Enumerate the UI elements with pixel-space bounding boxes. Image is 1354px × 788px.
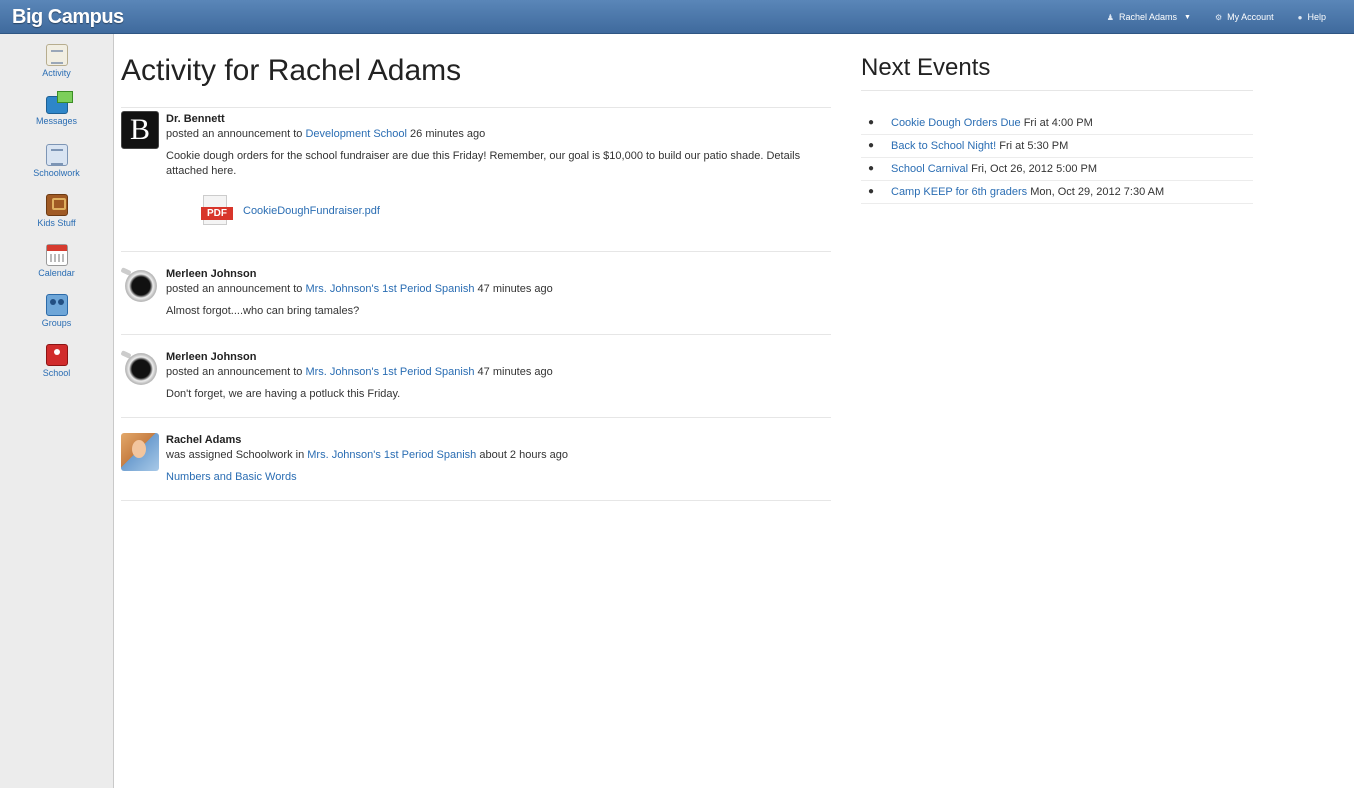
feed-meta: posted an announcement to Mrs. Johnson's… [166,365,831,380]
my-account-label: My Account [1227,12,1274,22]
events-divider [861,90,1253,91]
avatar[interactable] [121,350,159,388]
feed-time: 47 minutes ago [477,366,553,378]
event-link[interactable]: Cookie Dough Orders Due [891,117,1021,129]
feed-author[interactable]: Dr. Bennett [166,112,831,127]
feed-author[interactable]: Merleen Johnson [166,267,831,282]
attachment[interactable]: PDF CookieDoughFundraiser.pdf [201,195,831,227]
feed-item: Merleen Johnson posted an announcement t… [121,252,831,335]
attachment-link[interactable]: CookieDoughFundraiser.pdf [243,205,380,217]
feed-action: posted an announcement to [166,128,303,140]
sidebar-item-calendar[interactable]: Calendar [0,236,113,282]
bullet-icon: ● [868,186,875,197]
sidebar-item-label: Calendar [38,268,75,278]
feed-meta: posted an announcement to Development Sc… [166,127,831,142]
pdf-icon: PDF [201,195,233,227]
feed-action: posted an announcement to [166,283,303,295]
feed-time: 26 minutes ago [410,128,486,140]
feed-body: Almost forgot....who can bring tamales? [166,305,360,317]
sidebar-item-activity[interactable]: Activity [0,36,113,82]
user-menu[interactable]: ♟ Rachel Adams ▼ [1107,12,1191,22]
user-icon: ♟ [1106,12,1114,22]
next-events-panel: Next Events ● Cookie Dough Orders Due Fr… [861,34,1253,204]
bullet-icon: ● [868,140,875,151]
my-account-link[interactable]: ⚙ My Account [1215,12,1274,22]
logo-text: Big Campus [12,6,124,28]
feed-meta: was assigned Schoolwork in Mrs. Johnson'… [166,448,831,463]
sidebar-item-label: Groups [41,318,72,328]
avatar[interactable] [121,433,159,471]
kids-stuff-icon [45,194,68,216]
pdf-type-label: PDF [201,207,233,220]
user-menu-label: Rachel Adams [1118,12,1177,22]
event-time: Fri, Oct 26, 2012 5:00 PM [971,163,1098,175]
feed-item: Rachel Adams was assigned Schoolwork in … [121,418,831,501]
sidebar-item-label: School [42,368,71,378]
schoolwork-icon [45,144,68,166]
sidebar: Activity Messages Schoolwork Kids Stuff … [0,34,114,788]
event-item: ● Cookie Dough Orders Due Fri at 4:00 PM [861,112,1253,135]
events-title: Next Events [861,54,991,81]
feed-action: posted an announcement to [166,366,303,378]
feed-body: Cookie dough orders for the school fundr… [166,150,801,177]
feed-time: about 2 hours ago [479,449,569,461]
event-link[interactable]: Back to School Night! [891,140,996,152]
feed-body: Don't forget, we are having a potluck th… [166,388,401,400]
messages-icon [45,91,73,114]
groups-icon [45,294,68,316]
sidebar-item-schoolwork[interactable]: Schoolwork [0,136,113,182]
feed-item: Merleen Johnson posted an announcement t… [121,335,831,418]
help-icon: ● [1297,12,1303,22]
sidebar-item-messages[interactable]: Messages [0,86,113,132]
avatar[interactable]: B [121,111,159,149]
feed-body: Numbers and Basic Words [166,470,831,485]
feed-target-link[interactable]: Mrs. Johnson's 1st Period Spanish [305,283,474,295]
coffee-mug-icon [125,270,157,302]
activity-feed-panel: Activity for Rachel Adams B Dr. Bennett … [121,34,831,501]
feed-target-link[interactable]: Development School [305,128,407,140]
sidebar-item-groups[interactable]: Groups [0,286,113,332]
event-item: ● Back to School Night! Fri at 5:30 PM [861,135,1253,158]
avatar[interactable] [121,267,159,305]
feed-action: was assigned Schoolwork in [166,449,305,461]
activity-icon [45,44,68,66]
feed-target-link[interactable]: Mrs. Johnson's 1st Period Spanish [305,366,474,378]
event-link[interactable]: School Carnival [891,163,968,175]
title-divider [121,89,831,108]
bullet-icon: ● [868,163,875,174]
gear-icon: ⚙ [1214,12,1223,22]
sidebar-item-label: Kids Stuff [37,218,76,228]
big-campus-logo[interactable]: Big Campus [12,2,124,32]
feed-target-link[interactable]: Mrs. Johnson's 1st Period Spanish [307,449,476,461]
event-item: ● School Carnival Fri, Oct 26, 2012 5:00… [861,158,1253,181]
bullet-icon: ● [868,117,875,128]
top-nav: ♟ Rachel Adams ▼ ⚙ My Account ● Help [1107,0,1326,34]
sidebar-item-school[interactable]: School [0,336,113,382]
event-time: Fri at 4:00 PM [1023,117,1093,129]
feed-author[interactable]: Rachel Adams [166,433,831,448]
events-list: ● Cookie Dough Orders Due Fri at 4:00 PM… [861,112,1253,204]
event-time: Mon, Oct 29, 2012 7:30 AM [1030,186,1165,198]
school-icon [45,344,68,366]
help-link[interactable]: ● Help [1298,12,1326,22]
feed-item: B Dr. Bennett posted an announcement to … [121,108,831,252]
top-bar: Big Campus ♟ Rachel Adams ▼ ⚙ My Account… [0,0,1354,34]
page-title: Activity for Rachel Adams [121,54,462,87]
feed-meta: posted an announcement to Mrs. Johnson's… [166,282,831,297]
coffee-mug-icon [125,353,157,385]
event-item: ● Camp KEEP for 6th graders Mon, Oct 29,… [861,181,1253,204]
event-link[interactable]: Camp KEEP for 6th graders [891,186,1027,198]
event-time: Fri at 5:30 PM [999,140,1069,152]
feed-time: 47 minutes ago [477,283,553,295]
sidebar-item-kids-stuff[interactable]: Kids Stuff [0,186,113,232]
chevron-down-icon: ▼ [1184,13,1191,21]
sidebar-item-label: Messages [35,116,78,126]
schoolwork-link[interactable]: Numbers and Basic Words [166,471,297,483]
feed-author[interactable]: Merleen Johnson [166,350,831,365]
sidebar-item-label: Schoolwork [33,168,80,178]
help-label: Help [1307,12,1326,22]
sidebar-item-label: Activity [42,68,71,78]
calendar-icon [45,244,68,266]
